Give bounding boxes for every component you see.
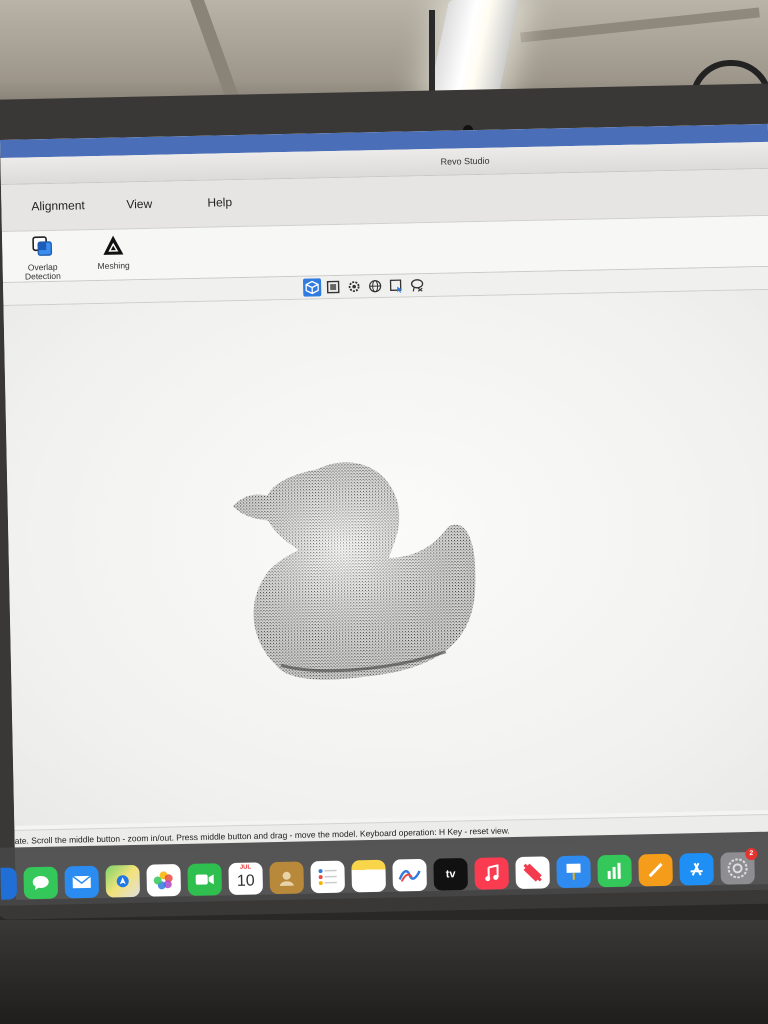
meshing-label: Meshing bbox=[97, 260, 130, 271]
overlap-label-line2: Detection bbox=[24, 270, 61, 282]
cube-view-icon[interactable] bbox=[302, 278, 322, 297]
calendar-month: JUL bbox=[239, 864, 252, 871]
ceiling-beam bbox=[189, 0, 245, 110]
system-settings-icon[interactable]: 2 bbox=[720, 847, 758, 885]
news-icon[interactable] bbox=[515, 856, 550, 889]
notes-icon[interactable] bbox=[351, 859, 387, 893]
freeform-icon[interactable] bbox=[392, 858, 427, 892]
frame-icon[interactable] bbox=[324, 278, 342, 296]
window-title: Revo Studio bbox=[440, 155, 490, 167]
calendar-day: 10 bbox=[236, 872, 255, 890]
menu-alignment[interactable]: Alignment bbox=[31, 198, 85, 213]
desk bbox=[0, 920, 768, 1024]
maps-icon[interactable] bbox=[105, 864, 141, 898]
ceiling-beam bbox=[520, 7, 760, 43]
keynote-icon[interactable] bbox=[556, 855, 591, 889]
music-icon[interactable] bbox=[474, 857, 509, 890]
settings-badge: 2 bbox=[745, 847, 758, 861]
safari-icon[interactable] bbox=[0, 867, 18, 900]
reminders-icon[interactable] bbox=[310, 860, 346, 894]
apple-tv-icon[interactable]: tv bbox=[433, 858, 468, 891]
calendar-icon[interactable]: JUL 10 bbox=[228, 862, 264, 896]
app-store-icon[interactable] bbox=[679, 852, 714, 886]
meshing-button[interactable]: Meshing bbox=[88, 233, 139, 271]
messages-icon[interactable] bbox=[23, 866, 59, 900]
numbers-icon[interactable] bbox=[597, 854, 632, 888]
app-window: Revo Studio Alignment View Help Overlap … bbox=[0, 123, 768, 900]
3d-viewport[interactable] bbox=[3, 289, 768, 839]
apple-tv-label: tv bbox=[445, 868, 456, 881]
overlap-detection-button[interactable]: Overlap Detection bbox=[14, 235, 71, 282]
pages-icon[interactable] bbox=[638, 853, 673, 887]
gear-icon[interactable] bbox=[345, 277, 363, 295]
photos-icon[interactable] bbox=[146, 864, 182, 897]
contacts-icon[interactable] bbox=[269, 861, 305, 895]
mail-icon[interactable] bbox=[64, 865, 100, 899]
duck-point-cloud bbox=[232, 462, 476, 680]
lasso-icon[interactable] bbox=[408, 276, 426, 294]
menu-view[interactable]: View bbox=[126, 197, 152, 212]
globe-icon[interactable] bbox=[366, 277, 384, 295]
menu-help[interactable]: Help bbox=[207, 195, 232, 210]
select-icon[interactable] bbox=[387, 277, 405, 295]
facetime-icon[interactable] bbox=[187, 863, 223, 896]
overlap-detection-icon bbox=[14, 235, 70, 260]
meshing-icon bbox=[88, 233, 138, 258]
